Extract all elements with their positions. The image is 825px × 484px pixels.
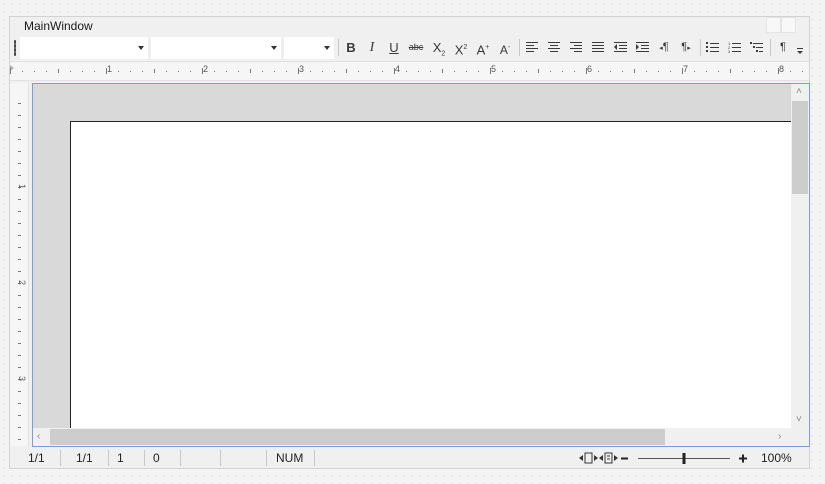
ruler-label: 5 bbox=[491, 64, 496, 74]
scroll-down-icon[interactable]: ˅ bbox=[796, 414, 802, 426]
multilevel-list-icon bbox=[749, 42, 763, 52]
font-family-combo[interactable] bbox=[151, 37, 281, 59]
ruler-label: 1 bbox=[107, 64, 112, 74]
subscript-button[interactable]: X2 bbox=[429, 37, 449, 58]
fit-width-icon[interactable] bbox=[599, 450, 619, 466]
align-left-icon bbox=[526, 42, 538, 52]
ruler-ticks: 1 2 3 4 5 6 7 8 bbox=[10, 64, 803, 74]
chevron-down-icon bbox=[271, 46, 277, 50]
ruler-ticks: 1 2 3 bbox=[17, 103, 27, 440]
minimize-button[interactable] bbox=[766, 17, 781, 33]
align-left-button[interactable] bbox=[522, 37, 542, 58]
decrease-indent-button[interactable] bbox=[610, 37, 630, 58]
horizontal-scrollbar[interactable]: ‹ › bbox=[33, 428, 791, 446]
decrease-indent-icon bbox=[613, 42, 627, 52]
ruler-label: 2 bbox=[17, 280, 27, 285]
overflow-icon bbox=[797, 48, 803, 54]
horizontal-scroll-thumb[interactable] bbox=[50, 429, 665, 445]
align-center-icon bbox=[548, 42, 560, 52]
status-bar: 1/1 1/1 1 0 NUM 100% bbox=[10, 448, 809, 468]
increase-indent-button[interactable] bbox=[632, 37, 652, 58]
toolbar-separator bbox=[770, 39, 771, 56]
toolbar-separator bbox=[700, 39, 701, 56]
superscript-button[interactable]: X2 bbox=[451, 37, 471, 58]
toolbar-overflow-button[interactable] bbox=[793, 37, 807, 58]
status-line: 1 bbox=[117, 450, 145, 466]
zoom-slider[interactable] bbox=[636, 450, 732, 466]
document-page[interactable] bbox=[70, 121, 793, 442]
ruler-label: 6 bbox=[587, 64, 592, 74]
align-right-button[interactable] bbox=[566, 37, 586, 58]
status-section: 1/1 bbox=[76, 450, 109, 466]
vertical-ruler[interactable]: 1 2 3 bbox=[10, 83, 29, 446]
italic-button[interactable]: I bbox=[362, 37, 382, 58]
align-justify-button[interactable] bbox=[588, 37, 608, 58]
grow-font-button[interactable]: A+ bbox=[473, 37, 493, 58]
main-window: MainWindow B I U abc X2 X2 A+ A- ◂¶ ¶▸ 1… bbox=[9, 16, 810, 469]
document-editor[interactable]: ˄ ˅ ‹ › bbox=[32, 83, 810, 447]
status-page: 1/1 bbox=[28, 450, 61, 466]
zoom-percentage: 100% bbox=[761, 451, 792, 465]
paragraph-rtl-button[interactable]: ¶▸ bbox=[676, 37, 696, 58]
scroll-up-icon[interactable]: ˄ bbox=[796, 86, 802, 98]
numbered-list-icon: 123 bbox=[728, 41, 741, 53]
ruler-label: 8 bbox=[779, 64, 784, 74]
status-column: 0 bbox=[153, 450, 181, 466]
strikethrough-button[interactable]: abc bbox=[406, 37, 426, 58]
scroll-left-icon[interactable]: ‹ bbox=[37, 431, 40, 443]
zoom-in-icon[interactable] bbox=[737, 450, 749, 466]
scrollbar-corner bbox=[791, 428, 809, 446]
toolbar-separator bbox=[338, 39, 339, 56]
ruler-label: 2 bbox=[203, 64, 208, 74]
maximize-button[interactable] bbox=[781, 17, 796, 33]
status-numlock: NUM bbox=[276, 450, 315, 466]
paragraph-ltr-button[interactable]: ◂¶ bbox=[654, 37, 674, 58]
title-bar: MainWindow bbox=[10, 17, 809, 35]
fit-page-icon[interactable] bbox=[579, 450, 599, 466]
ruler-label: 3 bbox=[299, 64, 304, 74]
style-combo[interactable] bbox=[20, 37, 148, 59]
ruler-label: 7 bbox=[683, 64, 688, 74]
align-justify-icon bbox=[592, 42, 604, 52]
bold-button[interactable]: B bbox=[341, 37, 361, 58]
align-center-button[interactable] bbox=[544, 37, 564, 58]
zoom-slider-thumb[interactable] bbox=[682, 453, 686, 464]
status-empty-cell bbox=[226, 450, 267, 466]
ruler-label: 4 bbox=[395, 64, 400, 74]
numbered-list-button[interactable]: 123 bbox=[724, 37, 744, 58]
underline-button[interactable]: U bbox=[384, 37, 404, 58]
shrink-font-button[interactable]: A- bbox=[495, 37, 515, 58]
align-right-icon bbox=[570, 42, 582, 52]
toolbar-grip-icon[interactable] bbox=[14, 40, 16, 56]
status-empty-cell bbox=[186, 450, 221, 466]
horizontal-ruler[interactable]: 1 2 3 4 5 6 7 8 bbox=[10, 61, 809, 81]
window-title: MainWindow bbox=[24, 19, 93, 33]
vertical-scrollbar[interactable]: ˄ ˅ bbox=[791, 84, 809, 428]
font-size-combo[interactable] bbox=[284, 37, 334, 59]
ruler-label: 1 bbox=[17, 184, 27, 189]
increase-indent-icon bbox=[635, 42, 649, 52]
formatting-toolbar: B I U abc X2 X2 A+ A- ◂¶ ¶▸ 1 2 3 ¶ bbox=[10, 36, 809, 60]
zoom-out-icon[interactable] bbox=[619, 450, 631, 466]
toolbar-separator bbox=[519, 39, 520, 56]
chevron-down-icon bbox=[138, 46, 144, 50]
svg-text:3: 3 bbox=[728, 49, 731, 53]
vertical-scroll-thumb[interactable] bbox=[792, 101, 808, 194]
show-formatting-marks-button[interactable]: ¶ bbox=[773, 37, 793, 58]
bullet-list-button[interactable] bbox=[702, 37, 722, 58]
multilevel-list-button[interactable] bbox=[746, 37, 766, 58]
chevron-down-icon bbox=[324, 46, 330, 50]
bullet-list-icon bbox=[705, 42, 719, 52]
ruler-label: 3 bbox=[17, 376, 27, 381]
scroll-right-icon[interactable]: › bbox=[778, 431, 781, 443]
